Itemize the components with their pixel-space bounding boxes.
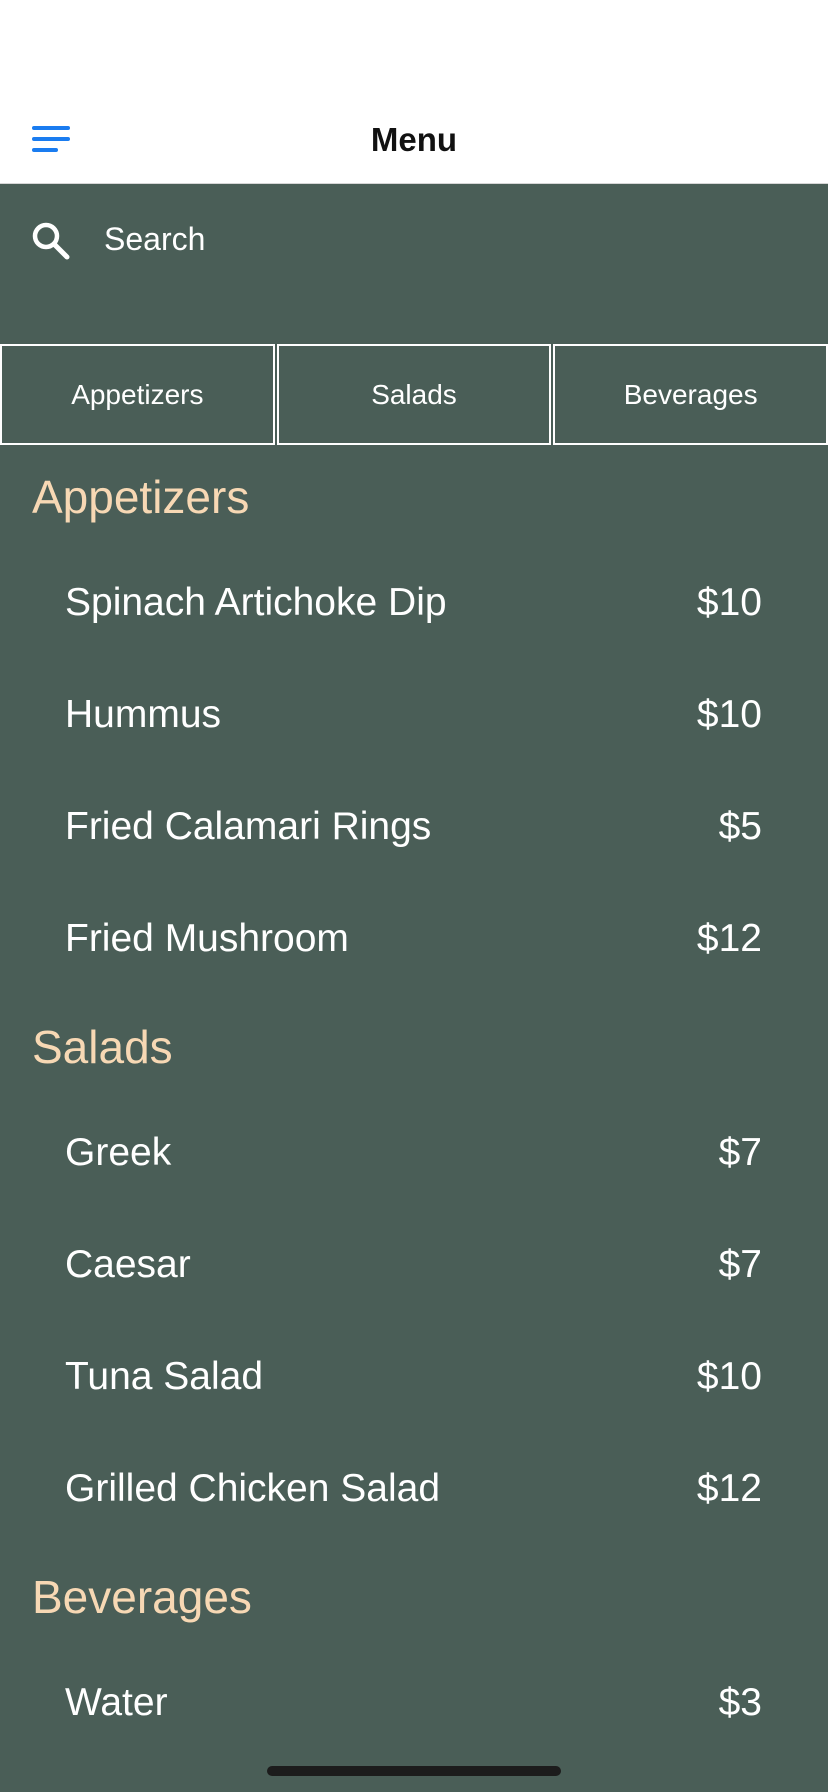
item-name: Caesar bbox=[65, 1243, 191, 1286]
menu-item[interactable]: Tuna Salad $10 bbox=[0, 1321, 828, 1433]
tab-salads[interactable]: Salads bbox=[276, 344, 552, 445]
item-name: Water bbox=[65, 1681, 168, 1724]
search-bar bbox=[0, 184, 828, 344]
menu-item[interactable]: Fried Calamari Rings $5 bbox=[0, 771, 828, 883]
menu-item[interactable]: Grilled Chicken Salad $12 bbox=[0, 1433, 828, 1545]
menu-item[interactable]: Caesar $7 bbox=[0, 1209, 828, 1321]
search-icon[interactable] bbox=[30, 220, 72, 262]
item-name: Hummus bbox=[65, 693, 222, 736]
category-tabs: Appetizers Salads Beverages bbox=[0, 344, 828, 445]
item-price: $10 bbox=[696, 581, 762, 624]
item-name: Grilled Chicken Salad bbox=[65, 1467, 441, 1510]
item-name: Fried Calamari Rings bbox=[65, 805, 432, 848]
item-price: $12 bbox=[696, 1467, 762, 1510]
page-title: Menu bbox=[370, 121, 458, 158]
item-name: Spinach Artichoke Dip bbox=[65, 581, 447, 624]
item-price: $3 bbox=[718, 1681, 762, 1724]
navigation-bar: Menu bbox=[0, 0, 828, 184]
item-price: $10 bbox=[696, 693, 762, 736]
search-input[interactable] bbox=[104, 214, 784, 264]
menu-item[interactable]: Greek $7 bbox=[0, 1097, 828, 1209]
menu-item[interactable]: Fried Mushroom $12 bbox=[0, 883, 828, 995]
item-price: $10 bbox=[696, 1355, 762, 1398]
menu-item[interactable]: Spinach Artichoke Dip $10 bbox=[0, 547, 828, 659]
item-price: $12 bbox=[696, 917, 762, 960]
item-name: Fried Mushroom bbox=[65, 917, 349, 960]
section-header-appetizers: Appetizers bbox=[32, 471, 250, 523]
item-name: Tuna Salad bbox=[65, 1355, 264, 1398]
section-header-beverages: Beverages bbox=[32, 1571, 252, 1623]
item-name: Greek bbox=[65, 1131, 172, 1174]
section-header-salads: Salads bbox=[32, 1021, 173, 1073]
menu-list: Appetizers Spinach Artichoke Dip $10 Hum… bbox=[0, 445, 828, 1759]
tab-beverages[interactable]: Beverages bbox=[553, 344, 828, 445]
item-price: $7 bbox=[718, 1243, 762, 1286]
menu-item[interactable]: Hummus $10 bbox=[0, 659, 828, 771]
item-price: $5 bbox=[718, 805, 762, 848]
tab-appetizers[interactable]: Appetizers bbox=[0, 344, 275, 445]
menu-item[interactable]: Water $3 bbox=[0, 1647, 828, 1759]
home-indicator bbox=[267, 1766, 561, 1776]
item-price: $7 bbox=[718, 1131, 762, 1174]
